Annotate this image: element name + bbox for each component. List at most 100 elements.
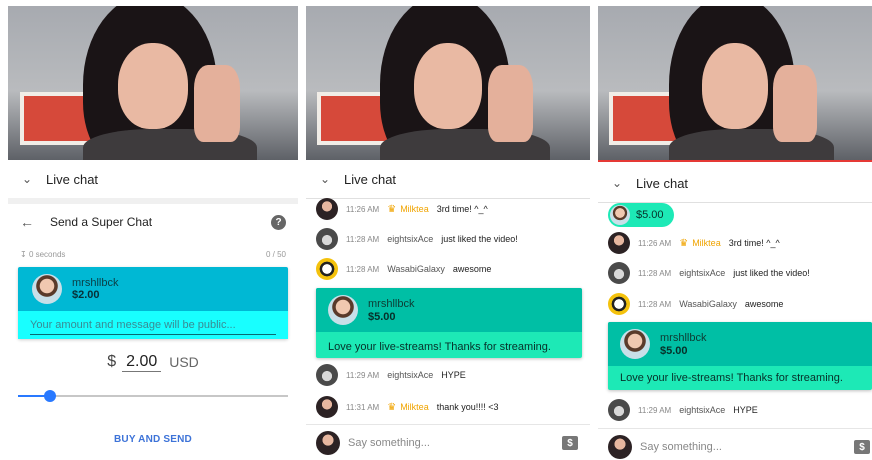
avatar [316, 396, 338, 418]
avatar [608, 399, 630, 421]
streamer-face [118, 42, 188, 130]
slider-track [18, 395, 288, 397]
video-player[interactable] [8, 6, 298, 162]
super-chat-text: Love your live-streams! Thanks for strea… [620, 372, 843, 384]
streamer-face [413, 42, 483, 130]
live-chat-title: Live chat [344, 171, 397, 187]
avatar [316, 364, 338, 386]
avatar [316, 198, 338, 220]
avatar [608, 435, 632, 459]
message-time: 11:28 AM [346, 234, 380, 244]
message-placeholder: Your amount and message will be public..… [30, 319, 236, 331]
crown-icon: ♛ [387, 203, 397, 215]
input-underline [30, 334, 276, 335]
message-time: 11:29 AM [638, 405, 672, 415]
message-author[interactable]: eightsixAce [387, 234, 433, 244]
video-player[interactable] [598, 6, 872, 162]
crown-icon: ♛ [679, 237, 689, 249]
chat-input[interactable]: Say something... [640, 441, 722, 453]
chat-message: 11:31 AM ♛ Milktea thank you!!!! <3 [306, 392, 590, 422]
super-chat-author[interactable]: mrshllbck [368, 297, 414, 311]
message-author[interactable]: WasabiGalaxy [679, 299, 737, 309]
slider-knob[interactable] [44, 390, 57, 402]
live-chat-pinned-panel: ⌄ Live chat $5.00 11:26 AM ♛ Milktea 3rd… [598, 0, 872, 460]
super-chat-preview-card: mrshllbck $2.00 Your amount and message … [18, 267, 288, 339]
chat-input-bar: Say something... $ [598, 428, 872, 460]
back-arrow-icon[interactable]: ← [20, 214, 34, 230]
message-author[interactable]: eightsixAce [387, 370, 433, 380]
chat-message: 11:29 AM eightsixAce HYPE [306, 360, 590, 390]
chat-message: 11:28 AM WasabiGalaxy awesome [598, 289, 872, 319]
chevron-down-icon[interactable]: ⌄ [610, 176, 624, 190]
timer-label: 0 seconds [28, 249, 66, 259]
super-chat-message: mrshllbck $5.00 Love your live-streams! … [608, 322, 872, 390]
streamer-hand [193, 64, 240, 142]
crown-icon: ♛ [387, 401, 397, 413]
avatar [608, 232, 630, 254]
live-chat-panel: ⌄ Live chat 11:26 AM ♛ Milktea 3rd time!… [306, 0, 590, 460]
message-time: 11:29 AM [346, 370, 380, 380]
streamer-face [702, 42, 768, 130]
super-chat-header: ← Send a Super Chat ? [8, 203, 298, 241]
message-author[interactable]: WasabiGalaxy [387, 264, 445, 274]
message-text: just liked the video! [441, 234, 518, 244]
message-time: 11:26 AM [346, 204, 380, 214]
super-chat-amount: $5.00 [368, 311, 396, 323]
video-player[interactable] [306, 6, 590, 162]
chat-message: 11:26 AM ♛ Milktea 3rd time! ^_^ [598, 228, 872, 258]
message-text: awesome [744, 299, 784, 309]
live-chat-title: Live chat [636, 175, 689, 191]
streamer-hand [773, 64, 818, 142]
message-time: 11:26 AM [638, 238, 672, 248]
super-chat-icon[interactable]: $ [854, 440, 870, 454]
chat-message: 11:26 AM ♛ Milktea 3rd time! ^_^ [306, 194, 590, 224]
currency-symbol: $ [107, 353, 117, 370]
chat-message: 11:29 AM eightsixAce HYPE [598, 395, 872, 425]
amount-input[interactable]: 2.00 [122, 353, 162, 372]
avatar [608, 293, 630, 315]
amount-row: $ 2.00 USD [8, 350, 298, 374]
super-chat-panel: ⌄ Live chat ← Send a Super Chat ? ↧ 0 se… [8, 0, 298, 460]
avatar [32, 274, 62, 304]
pin-timer: ↧ 0 seconds [20, 250, 65, 259]
message-author[interactable]: Milktea [400, 402, 429, 412]
live-chat-header[interactable]: ⌄ Live chat [598, 164, 872, 203]
chevron-down-icon[interactable]: ⌄ [20, 172, 34, 186]
message-time: 11:31 AM [346, 402, 380, 412]
super-chat-author[interactable]: mrshllbck [660, 331, 706, 345]
card-amount: $2.00 [72, 289, 100, 301]
pinned-super-chat-ticker[interactable]: $5.00 [608, 203, 674, 227]
message-author[interactable]: eightsixAce [679, 268, 725, 278]
help-icon[interactable]: ? [271, 214, 286, 230]
message-author[interactable]: eightsixAce [679, 405, 725, 415]
timer-row: ↧ 0 seconds 0 / 50 [20, 247, 286, 261]
avatar [328, 295, 358, 325]
chat-message: 11:28 AM WasabiGalaxy awesome [306, 254, 590, 284]
avatar [316, 258, 338, 280]
message-author[interactable]: Milktea [400, 204, 429, 214]
super-chat-icon[interactable]: $ [562, 436, 578, 450]
buy-and-send-button[interactable]: BUY AND SEND [8, 434, 298, 452]
message-text: HYPE [733, 405, 758, 415]
chat-input[interactable]: Say something... [348, 437, 430, 449]
message-text: 3rd time! ^_^ [436, 204, 488, 214]
message-time: 11:28 AM [346, 264, 380, 274]
message-text: HYPE [441, 370, 466, 380]
super-chat-text: Love your live-streams! Thanks for strea… [328, 341, 551, 353]
chevron-down-icon[interactable]: ⌄ [318, 172, 332, 186]
super-chat-message: mrshllbck $5.00 Love your live-streams! … [316, 288, 582, 358]
message-text: awesome [452, 264, 492, 274]
streamer-hand [487, 64, 534, 142]
message-input[interactable]: Your amount and message will be public..… [18, 311, 288, 339]
amount-slider[interactable] [18, 390, 288, 402]
message-author[interactable]: Milktea [692, 238, 721, 248]
live-chat-header[interactable]: ⌄ Live chat [8, 160, 298, 199]
avatar [316, 228, 338, 250]
live-chat-title: Live chat [46, 171, 99, 187]
message-time: 11:28 AM [638, 268, 672, 278]
chat-message: 11:28 AM eightsixAce just liked the vide… [598, 258, 872, 288]
avatar [608, 262, 630, 284]
char-count: 0 / 50 [265, 249, 286, 259]
card-name: mrshllbck [72, 277, 119, 289]
avatar [316, 431, 340, 455]
